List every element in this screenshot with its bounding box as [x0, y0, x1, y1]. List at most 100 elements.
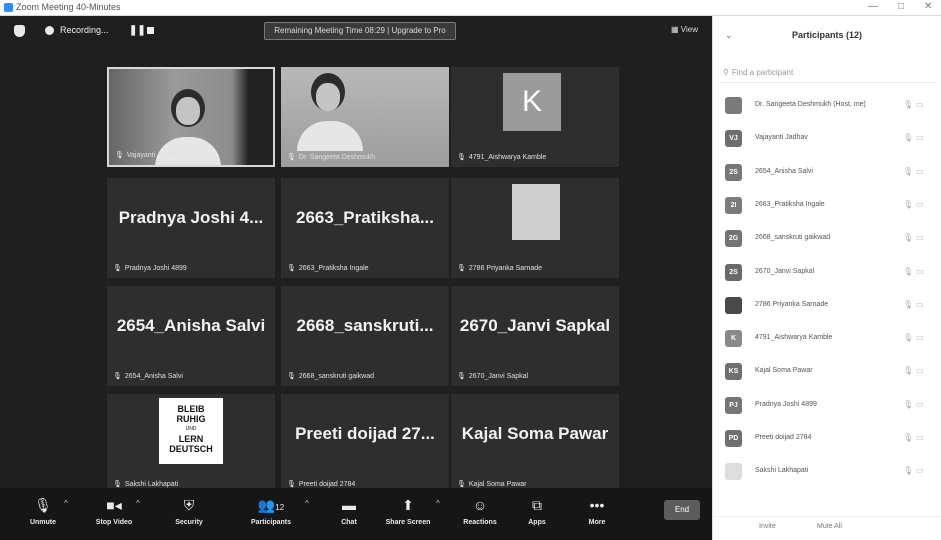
more-button[interactable]: ••• More	[566, 496, 628, 526]
participants-panel-title: Participants (12)	[791, 30, 863, 40]
invite-button[interactable]: Invite	[759, 523, 776, 530]
participant-tile[interactable]: Kajal Soma Pawar 🎙 Kajal Soma Pawar	[451, 394, 619, 494]
participant-avatar: 2S	[725, 163, 742, 181]
participant-avatar: 2I	[725, 196, 742, 214]
participant-avatar: PD	[725, 430, 742, 447]
muted-microphone-icon: 🎙	[903, 333, 914, 343]
participant-display-name: 2670_Janvi Sapkal	[459, 316, 611, 335]
participant-tile[interactable]: 2668_sanskruti... 🎙 2668_sanskruti gaikwad	[281, 286, 449, 386]
close-button[interactable]: ✕	[924, 1, 932, 12]
video-off-icon: ▭	[916, 100, 924, 109]
participant-name: Sakshi Lakhapati	[124, 481, 179, 488]
participant-list-name: 2668_sanskruti gaikwad	[755, 234, 831, 242]
participant-tile[interactable]: Preeti doijad 27... 🎙 Preeti doijad 2784	[281, 394, 449, 494]
avatar-text-line4: LERN	[178, 434, 204, 444]
participant-name: Dr. Sangeeta Deshmukh	[298, 154, 376, 161]
participant-search-input[interactable]: ⚲ Find a participant	[721, 65, 936, 83]
shield-icon[interactable]	[14, 25, 25, 37]
avatar-text-line1: BLEIB	[177, 404, 205, 414]
video-off-icon: ▭	[916, 299, 924, 309]
share-screen-label: Share Screen	[385, 519, 431, 526]
muted-microphone-icon: 🎙	[903, 133, 914, 143]
meeting-area: Recording... ❚❚ Remaining Meeting Time 0…	[0, 16, 712, 540]
muted-microphone-icon: 🎙	[903, 100, 914, 109]
participant-row[interactable]: 2S 2670_Janvi Sapkal 🎙 ▭	[713, 259, 941, 287]
profile-picture-avatar: BLEIB RUHIG UND LERN DEUTSCH	[159, 398, 223, 464]
participant-row[interactable]: VJ Vajayanti Jadhav 🎙 ▭	[713, 125, 941, 153]
view-button[interactable]: ▦ View	[671, 25, 698, 34]
meeting-topbar: Recording... ❚❚ Remaining Meeting Time 0…	[0, 16, 712, 46]
chat-button[interactable]: ▬ Chat	[318, 496, 380, 526]
minimize-button[interactable]: —	[868, 1, 878, 12]
video-options-caret-icon[interactable]: ^	[136, 499, 140, 508]
remaining-time-banner[interactable]: Remaining Meeting Time 08:29 | Upgrade t…	[264, 22, 456, 40]
view-label: View	[680, 25, 698, 34]
participant-row[interactable]: KS Kajal Soma Pawar 🎙 ▭	[713, 358, 941, 386]
share-screen-icon: ⬆	[402, 497, 414, 513]
video-off-icon: ▭	[916, 366, 924, 376]
participant-list-name: Sakshi Lakhapati	[755, 467, 809, 475]
apps-button[interactable]: ⧉ Apps	[506, 496, 568, 526]
participant-row[interactable]: 2G 2668_sanskruti gaikwad 🎙 ▭	[713, 225, 941, 253]
share-options-caret-icon[interactable]: ^	[436, 499, 440, 508]
participant-tile[interactable]: 🎙 Vajayanti Jadhav	[107, 67, 275, 167]
muted-microphone-icon: 🎙	[903, 299, 914, 309]
muted-microphone-icon: 🎙	[457, 265, 466, 272]
participant-tile[interactable]: 2663_Pratiksha... 🎙 2663_Pratiksha Ingale	[281, 178, 449, 278]
video-off-icon: ▭	[916, 166, 924, 176]
muted-microphone-icon: 🎙	[903, 199, 914, 209]
participant-row[interactable]: 2I 2663_Pratiksha Ingale 🎙 ▭	[713, 192, 941, 220]
muted-microphone-icon: 🎙	[287, 481, 296, 488]
muted-microphone-icon: 🎙	[903, 433, 914, 442]
audio-options-caret-icon[interactable]: ^	[64, 499, 68, 508]
stop-video-label: Stop Video	[95, 519, 133, 526]
stop-recording-icon[interactable]	[147, 27, 154, 34]
participant-display-name: 2663_Pratiksha...	[296, 208, 434, 227]
pause-recording-icon[interactable]: ❚❚	[129, 25, 146, 36]
recording-label: Recording...	[60, 25, 109, 35]
participant-list-name: 4791_Aishwarya Kamble	[755, 334, 833, 342]
participants-label: Participants	[250, 519, 292, 526]
participant-tile[interactable]: BLEIB RUHIG UND LERN DEUTSCH 🎙 Sakshi Lakhapat…	[107, 394, 275, 494]
reactions-label: Reactions	[463, 519, 497, 526]
avatar-text-line3: UND	[185, 426, 197, 432]
apps-icon: ⧉	[532, 497, 542, 513]
participant-list-name: 2670_Janvi Sapkal	[755, 267, 815, 275]
participant-display-name: Preeti doijad 27...	[295, 424, 435, 443]
participants-count: 12	[275, 503, 285, 512]
muted-microphone-icon: 🎙	[113, 265, 122, 272]
maximize-button[interactable]: □	[898, 1, 904, 12]
security-button[interactable]: ⛨ Security	[158, 496, 220, 526]
participant-tile[interactable]: 2670_Janvi Sapkal 🎙 2670_Janvi Sapkal	[451, 286, 619, 386]
participants-footer: Invite Mute All	[713, 516, 941, 540]
participant-tile[interactable]: 🎙 2786 Priyanka Sarnade	[451, 178, 619, 278]
muted-microphone-icon: 🎙	[903, 166, 914, 176]
participant-row[interactable]: Dr. Sangeeta Deshmukh (Host, me) 🎙 ▭	[713, 92, 941, 120]
end-meeting-button[interactable]: End	[664, 500, 700, 520]
participant-list-name: Dr. Sangeeta Deshmukh (Host, me)	[755, 101, 866, 108]
participant-row[interactable]: 2S 2654_Anisha Salvi 🎙 ▭	[713, 159, 941, 187]
participant-tile[interactable]: K 🎙 4791_Aishwarya Kamble	[451, 67, 619, 167]
participant-tile[interactable]: 🎙 Dr. Sangeeta Deshmukh	[281, 67, 449, 167]
video-off-icon: ▭	[916, 199, 924, 209]
participant-row[interactable]: PJ Pradnya Joshi 4899 🎙 ▭	[713, 392, 941, 420]
participant-row[interactable]: PD Preeti doijad 2784 🎙 ▭	[713, 425, 941, 453]
participant-display-name: Kajal Soma Pawar	[461, 424, 609, 443]
participant-row[interactable]: 2786 Priyanka Sarnade 🎙 ▭	[713, 292, 941, 320]
participants-button[interactable]: 👥12 Participants	[240, 496, 302, 526]
share-screen-button[interactable]: ⬆ Share Screen	[377, 496, 439, 526]
participant-face	[176, 97, 200, 125]
participant-tile[interactable]: Pradnya Joshi 4... 🎙 Pradnya Joshi 4899	[107, 178, 275, 278]
participants-options-caret-icon[interactable]: ^	[305, 499, 309, 508]
participant-name-label: 🎙 Pradnya Joshi 4899	[113, 264, 187, 272]
participant-name: Pradnya Joshi 4899	[124, 265, 187, 272]
participant-name-label: 🎙 Dr. Sangeeta Deshmukh	[287, 153, 375, 161]
participant-name: 2668_sanskruti gaikwad	[298, 373, 374, 380]
participant-row[interactable]: Sakshi Lakhapati 🎙 ▭	[713, 458, 941, 486]
participant-row[interactable]: K 4791_Aishwarya Kamble 🎙 ▭	[713, 325, 941, 353]
mute-all-button[interactable]: Mute All	[817, 523, 842, 530]
reactions-button[interactable]: ☺ Reactions	[449, 496, 511, 526]
participant-list-name: 2786 Priyanka Sarnade	[755, 300, 829, 308]
participant-display-name: Pradnya Joshi 4...	[118, 208, 264, 227]
participant-tile[interactable]: 2654_Anisha Salvi 🎙 2654_Anisha Salvi	[107, 286, 275, 386]
